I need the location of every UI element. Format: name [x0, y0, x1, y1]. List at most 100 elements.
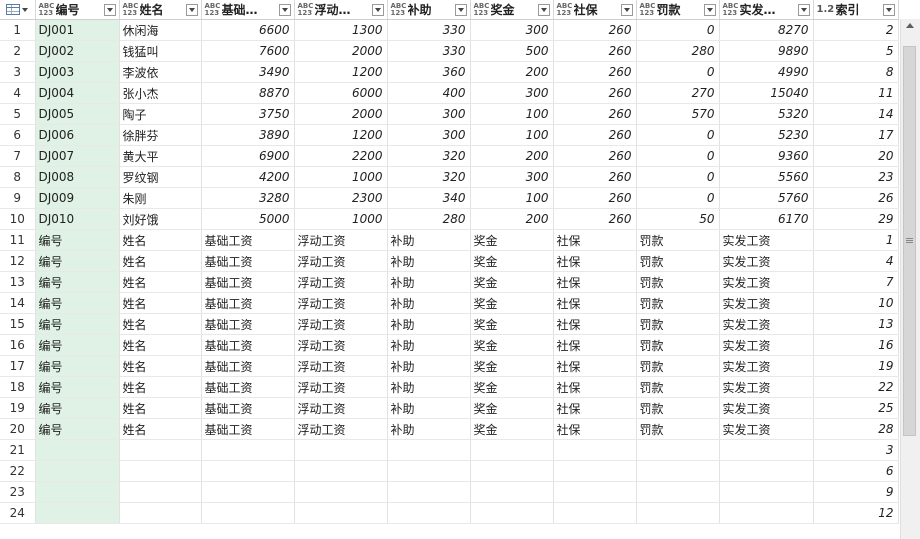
column-header-4[interactable]: ABC 123 浮动…	[294, 0, 388, 20]
table-cell[interactable]: 260	[553, 166, 637, 188]
row-number[interactable]: 23	[0, 481, 36, 503]
table-cell[interactable]: 补助	[387, 418, 471, 440]
chevron-down-icon[interactable]	[22, 7, 29, 12]
table-cell[interactable]: 编号	[35, 397, 120, 419]
table-cell[interactable]: 3890	[201, 124, 295, 146]
table-cell[interactable]: 3280	[201, 187, 295, 209]
table-cell[interactable]: 李波依	[119, 61, 202, 83]
row-number[interactable]: 12	[0, 250, 36, 272]
table-cell[interactable]: 实发工资	[719, 397, 814, 419]
table-cell[interactable]: 编号	[35, 334, 120, 356]
table-cell[interactable]: 260	[553, 187, 637, 209]
table-cell[interactable]: 300	[470, 166, 554, 188]
table-cell[interactable]: 23	[813, 166, 899, 188]
table-cell[interactable]: 罚款	[636, 229, 720, 251]
filter-dropdown-icon[interactable]	[882, 3, 895, 16]
table-cell[interactable]: 基础工资	[201, 292, 295, 314]
table-cell[interactable]: 浮动工资	[294, 271, 388, 293]
filter-dropdown-icon[interactable]	[537, 3, 550, 16]
table-cell[interactable]	[387, 439, 471, 461]
table-cell[interactable]: 姓名	[119, 418, 202, 440]
filter-dropdown-icon[interactable]	[371, 3, 384, 16]
table-cell[interactable]: 奖金	[470, 334, 554, 356]
table-cell[interactable]: 9890	[719, 40, 814, 62]
row-number[interactable]: 22	[0, 460, 36, 482]
column-type-icon[interactable]: ABC 123	[391, 2, 408, 17]
table-cell[interactable]: 25	[813, 397, 899, 419]
table-cell[interactable]	[201, 439, 295, 461]
table-cell[interactable]: 编号	[35, 355, 120, 377]
table-cell[interactable]: 2	[813, 19, 899, 41]
table-cell[interactable]: 5230	[719, 124, 814, 146]
table-cell[interactable]: 340	[387, 187, 471, 209]
table-cell[interactable]: 280	[387, 208, 471, 230]
row-number[interactable]: 20	[0, 418, 36, 440]
table-cell[interactable]: 8870	[201, 82, 295, 104]
table-cell[interactable]: 社保	[553, 292, 637, 314]
table-cell[interactable]: 360	[387, 61, 471, 83]
row-number[interactable]: 13	[0, 271, 36, 293]
table-cell[interactable]: 基础工资	[201, 376, 295, 398]
table-cell[interactable]: 编号	[35, 271, 120, 293]
table-cell[interactable]: 罚款	[636, 292, 720, 314]
table-cell[interactable]: 1200	[294, 124, 388, 146]
table-cell[interactable]	[387, 481, 471, 503]
table-cell[interactable]: DJ007	[35, 145, 120, 167]
table-cell[interactable]: 6900	[201, 145, 295, 167]
table-cell[interactable]: 社保	[553, 250, 637, 272]
table-cell[interactable]: 11	[813, 82, 899, 104]
table-cell[interactable]: 社保	[553, 397, 637, 419]
table-cell[interactable]: 罚款	[636, 271, 720, 293]
table-cell[interactable]: 补助	[387, 397, 471, 419]
table-cell[interactable]: DJ004	[35, 82, 120, 104]
table-cell[interactable]: 补助	[387, 313, 471, 335]
table-cell[interactable]: DJ009	[35, 187, 120, 209]
table-cell[interactable]: 补助	[387, 376, 471, 398]
table-cell[interactable]: 300	[387, 124, 471, 146]
row-number[interactable]: 14	[0, 292, 36, 314]
table-cell[interactable]: 300	[387, 103, 471, 125]
table-cell[interactable]: 浮动工资	[294, 292, 388, 314]
row-number[interactable]: 1	[0, 19, 36, 41]
table-cell[interactable]	[636, 439, 720, 461]
table-cell[interactable]: 姓名	[119, 271, 202, 293]
column-type-icon[interactable]: ABC 123	[474, 2, 491, 17]
table-cell[interactable]: 16	[813, 334, 899, 356]
table-cell[interactable]	[636, 481, 720, 503]
table-cell[interactable]: 6000	[294, 82, 388, 104]
table-cell[interactable]: 2200	[294, 145, 388, 167]
table-cell[interactable]: 姓名	[119, 397, 202, 419]
table-cell[interactable]: 陶子	[119, 103, 202, 125]
table-cell[interactable]	[294, 481, 388, 503]
table-cell[interactable]: DJ006	[35, 124, 120, 146]
table-cell[interactable]: 罗纹钢	[119, 166, 202, 188]
column-type-icon[interactable]: ABC 123	[640, 2, 657, 17]
table-cell[interactable]: 320	[387, 166, 471, 188]
table-cell[interactable]: DJ003	[35, 61, 120, 83]
table-cell[interactable]: 浮动工资	[294, 250, 388, 272]
table-cell[interactable]: 3490	[201, 61, 295, 83]
table-cell[interactable]: 0	[636, 19, 720, 41]
filter-dropdown-icon[interactable]	[454, 3, 467, 16]
table-cell[interactable]: 实发工资	[719, 271, 814, 293]
table-cell[interactable]	[294, 439, 388, 461]
table-cell[interactable]: 基础工资	[201, 418, 295, 440]
table-cell[interactable]: 罚款	[636, 418, 720, 440]
table-cell[interactable]: 实发工资	[719, 418, 814, 440]
table-cell[interactable]: 姓名	[119, 250, 202, 272]
column-header-2[interactable]: ABC 123 姓名	[119, 0, 202, 20]
table-cell[interactable]: DJ001	[35, 19, 120, 41]
column-header-8[interactable]: ABC 123 罚款	[636, 0, 720, 20]
row-number[interactable]: 24	[0, 502, 36, 524]
column-header-5[interactable]: ABC 123 补助	[387, 0, 471, 20]
table-cell[interactable]: 姓名	[119, 229, 202, 251]
table-cell[interactable]	[719, 439, 814, 461]
table-cell[interactable]: 270	[636, 82, 720, 104]
table-cell[interactable]: 0	[636, 187, 720, 209]
table-cell[interactable]: 260	[553, 208, 637, 230]
column-type-icon[interactable]: 1.2	[817, 4, 836, 15]
filter-dropdown-icon[interactable]	[185, 3, 198, 16]
table-cell[interactable]	[636, 460, 720, 482]
table-cell[interactable]: 260	[553, 61, 637, 83]
column-type-icon[interactable]: ABC 123	[298, 2, 315, 17]
